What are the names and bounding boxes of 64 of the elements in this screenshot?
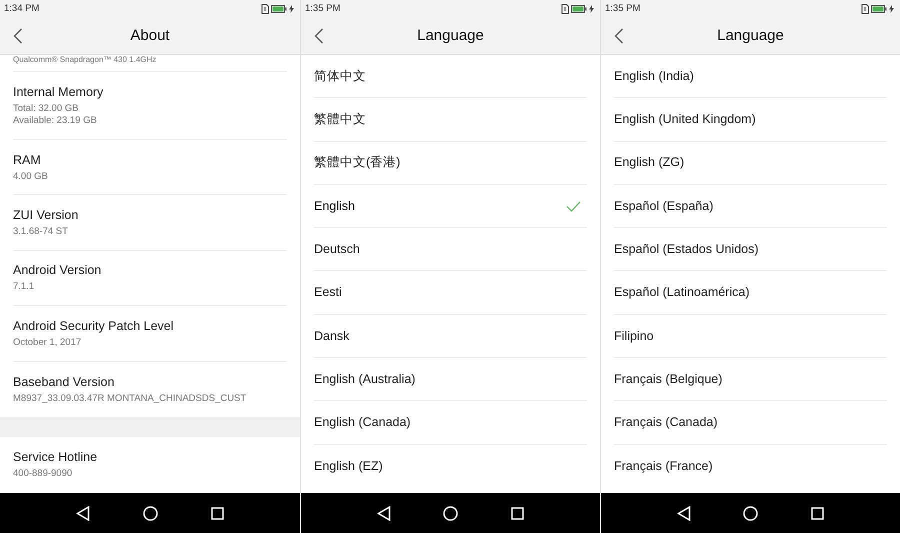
language-item[interactable]: Eesti (314, 271, 587, 315)
checkmark-icon (566, 200, 581, 212)
setting-value: 4.00 GB (13, 170, 49, 183)
setting-value: Total: 32.00 GB (13, 103, 80, 115)
charging-bolt-icon (889, 5, 894, 13)
language-item[interactable]: Filipino (614, 314, 887, 358)
screen-title: About (130, 26, 170, 46)
charging-bolt-icon (289, 5, 294, 13)
recents-nav-icon[interactable] (810, 506, 824, 520)
recents-nav-icon[interactable] (210, 506, 224, 520)
language-item[interactable]: English (Canada) (314, 401, 587, 445)
home-nav-icon[interactable] (743, 506, 758, 520)
language-item[interactable]: 简体中文 (314, 55, 587, 98)
status-time: 1:35 PM (305, 2, 340, 16)
setting-value: M8937_33.09.03.47R MONTANA_CHINADSDS_CUST (13, 392, 248, 405)
back-nav-icon[interactable] (377, 506, 392, 520)
charging-bolt-icon (589, 5, 594, 13)
back-icon[interactable] (314, 28, 324, 44)
language-item[interactable]: Español (Latinoamérica) (614, 271, 887, 315)
sim-card-icon (261, 4, 269, 14)
battery-icon (571, 5, 587, 13)
setting-label: Internal Memory (13, 84, 104, 100)
language-item[interactable]: Français (Canada) (614, 401, 887, 445)
language-item[interactable]: Français (France) (614, 444, 887, 488)
home-nav-icon[interactable] (142, 506, 158, 520)
setting-label: RAM (13, 152, 42, 168)
setting-value: 400-889-9090 (13, 468, 74, 480)
setting-label: Android Security Patch Level (13, 318, 175, 334)
setting-label: Baseband Version (13, 374, 116, 390)
setting-value: October 1, 2017 (13, 336, 82, 349)
status-time: 1:35 PM (605, 2, 640, 16)
setting-label: Service Hotline (13, 449, 98, 466)
language-item[interactable]: English (EZ) (314, 444, 587, 488)
home-nav-icon[interactable] (443, 506, 458, 520)
setting-value: 3.1.68-74 ST (13, 226, 69, 238)
language-item[interactable]: Español (España) (614, 184, 887, 228)
language-item[interactable]: Dansk (314, 314, 587, 358)
language-item[interactable]: Español (Estados Unidos) (614, 228, 887, 272)
language-item[interactable]: Deutsch (314, 228, 587, 272)
language-item[interactable]: Français (Belgique) (614, 358, 887, 402)
language-item[interactable]: English (314, 184, 587, 228)
sim-card-icon (861, 4, 869, 14)
setting-value: Available: 23.19 GB (13, 115, 98, 127)
language-item[interactable]: English (ZG) (614, 142, 887, 185)
battery-icon (271, 5, 287, 13)
language-item[interactable]: 繁體中文 (314, 98, 587, 142)
language-item[interactable]: 繁體中文(香港) (314, 142, 587, 185)
screen-title: Language (717, 26, 784, 46)
setting-label: ZUI Version (13, 207, 80, 224)
sim-card-icon (561, 4, 569, 14)
setting-value: 7.1.1 (13, 281, 36, 294)
back-nav-icon[interactable] (677, 506, 692, 520)
back-icon[interactable] (13, 28, 23, 44)
language-item[interactable]: English (India) (614, 55, 887, 98)
status-time: 1:34 PM (4, 2, 40, 16)
back-nav-icon[interactable] (76, 506, 90, 520)
back-icon[interactable] (614, 28, 624, 44)
recents-nav-icon[interactable] (510, 506, 524, 520)
language-item[interactable]: English (Australia) (314, 358, 587, 402)
language-item[interactable]: English (United Kingdom) (614, 98, 887, 142)
screen-title: Language (417, 26, 484, 46)
battery-icon (871, 5, 887, 13)
setting-label: Android Version (13, 262, 102, 278)
setting-value: Qualcomm® Snapdragon™ 430 1.4GHz (13, 55, 156, 64)
